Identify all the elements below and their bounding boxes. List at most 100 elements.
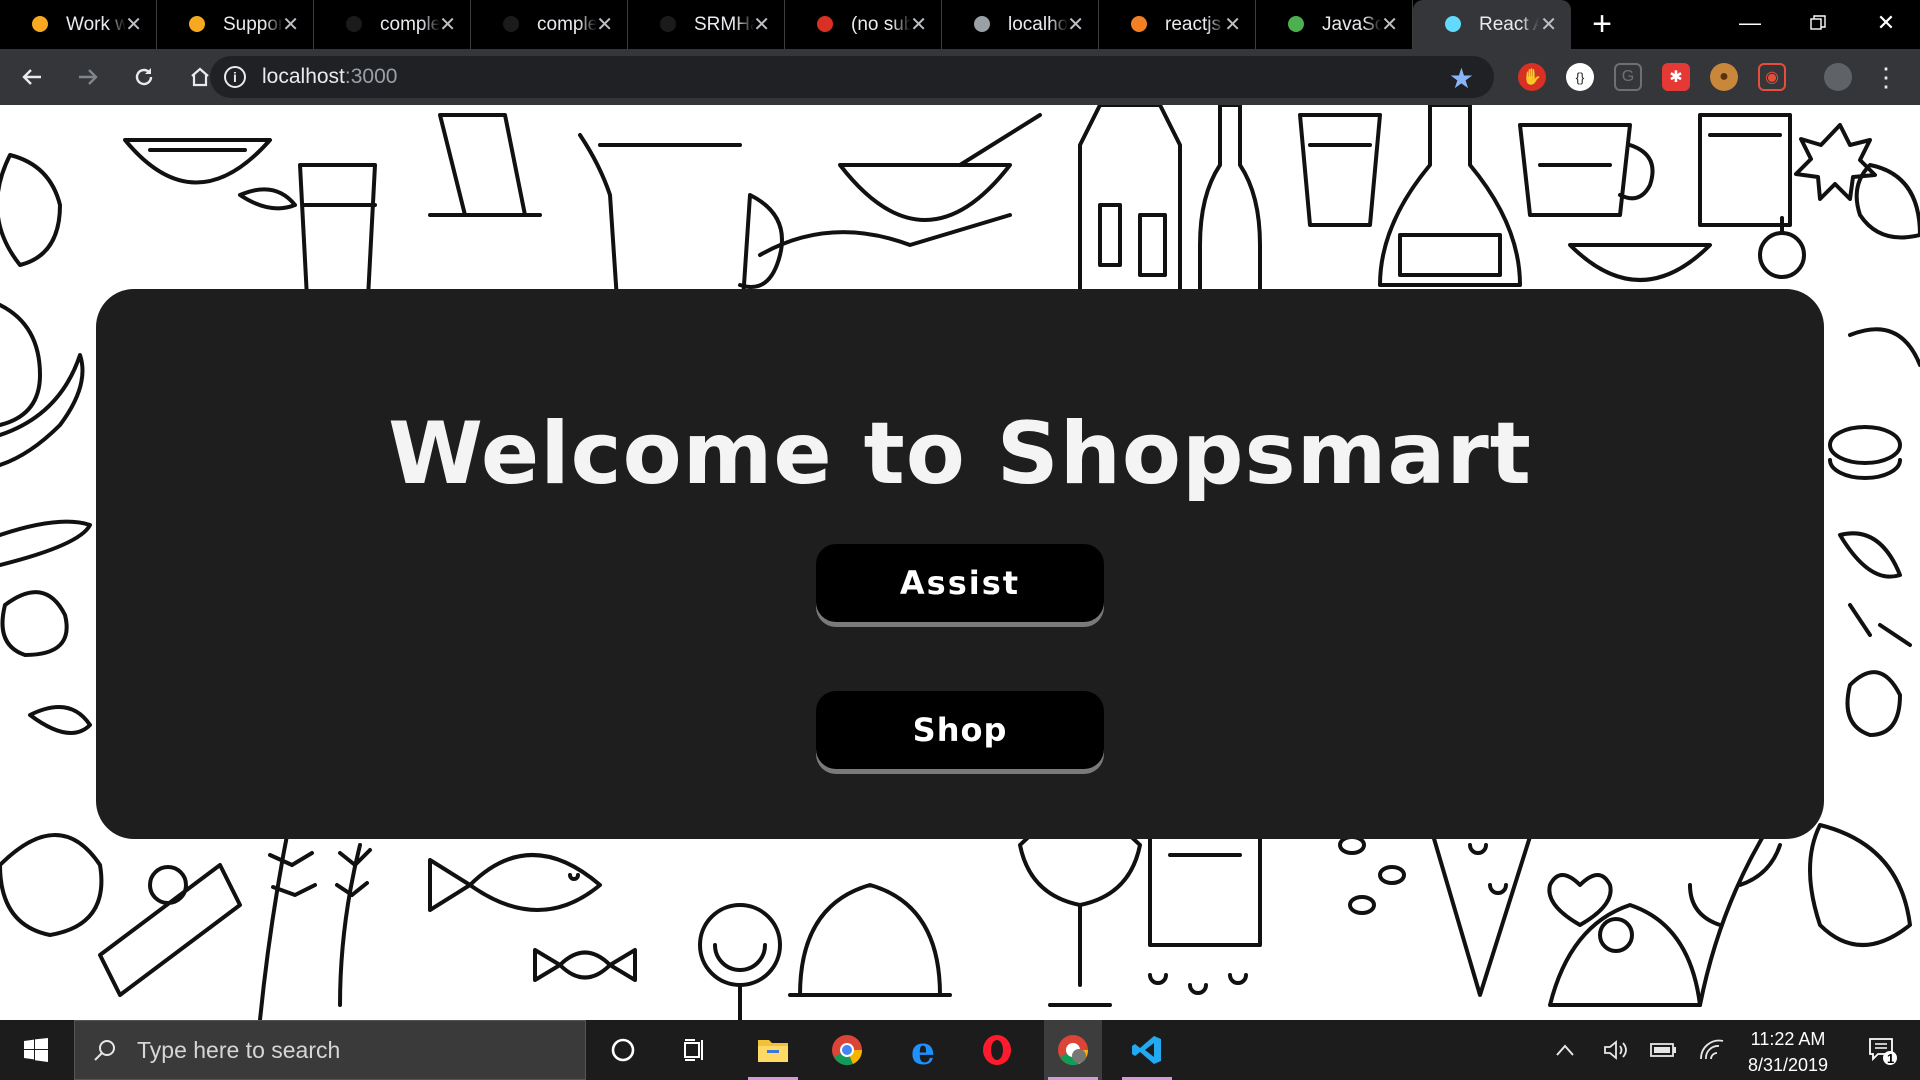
tab-title: SRMHa (694, 13, 754, 35)
browser-tab[interactable]: (no sub ✕ (785, 0, 942, 49)
tab-title: (no sub (851, 13, 911, 35)
browser-tab[interactable]: React A ✕ (1413, 0, 1571, 49)
browser-tab[interactable]: comple ✕ (471, 0, 628, 49)
menu-kebab-icon[interactable]: ⋮ (1872, 62, 1900, 92)
herb-doodle (1688, 823, 1782, 1007)
cookie-extension-icon[interactable]: ● (1710, 63, 1738, 91)
bookmark-star-icon[interactable]: ★ (1449, 62, 1474, 95)
browser-tab[interactable]: Support ✕ (157, 0, 314, 49)
cup-doodle (1298, 113, 1382, 227)
globe-icon (972, 14, 992, 34)
close-tab-icon[interactable]: ✕ (1067, 12, 1084, 37)
jelly-dessert-doodle (788, 883, 952, 997)
wifi-button[interactable] (1694, 1020, 1730, 1080)
windows-logo-icon (24, 1038, 48, 1062)
battery-button[interactable] (1646, 1020, 1682, 1080)
tab-title: JavaScr (1322, 13, 1382, 35)
battery-icon (1650, 1043, 1676, 1057)
close-tab-icon[interactable]: ✕ (1381, 12, 1398, 37)
close-tab-icon[interactable]: ✕ (125, 12, 142, 37)
olives-doodle (1338, 835, 1406, 915)
task-view-button[interactable] (666, 1020, 724, 1080)
new-tab-button[interactable]: + (1577, 0, 1627, 49)
close-tab-icon[interactable]: ✕ (1224, 12, 1241, 37)
mug-doodle (1518, 123, 1655, 217)
garlic-doodle (0, 153, 62, 267)
close-tab-icon[interactable]: ✕ (910, 12, 927, 37)
taskbar-search-box[interactable]: Type here to search (74, 1020, 586, 1080)
close-window-button[interactable]: ✕ (1852, 0, 1920, 45)
json-viewer-extension-icon[interactable]: {} (1566, 63, 1594, 91)
grammar-extension-icon[interactable]: G (1614, 63, 1642, 91)
assist-button[interactable]: Assist (816, 544, 1104, 622)
cortana-button[interactable] (594, 1020, 652, 1080)
forward-button[interactable] (64, 53, 112, 101)
close-tab-icon[interactable]: ✕ (596, 12, 613, 37)
carrot-doodle (0, 519, 92, 567)
close-tab-icon[interactable]: ✕ (1540, 12, 1557, 37)
site-info-icon[interactable]: i (224, 66, 246, 88)
tab-list: Work w ✕ Support ✕ comple ✕ comple ✕ SRMHa ✕ (no s… (0, 0, 1571, 49)
file-explorer-taskbar-button[interactable] (744, 1020, 802, 1080)
vscode-taskbar-button[interactable] (1118, 1020, 1176, 1080)
task-view-icon (684, 1039, 703, 1061)
tab-title: reactjs (1165, 13, 1221, 35)
opera-taskbar-button[interactable] (968, 1020, 1026, 1080)
volume-button[interactable] (1598, 1020, 1634, 1080)
chrome-taskbar-button[interactable] (818, 1020, 876, 1080)
firebase-icon (187, 14, 207, 34)
close-tab-icon[interactable]: ✕ (282, 12, 299, 37)
welcome-heading: Welcome to Shopsmart (388, 404, 1532, 504)
potato-doodle (0, 590, 69, 657)
browser-tab[interactable]: reactjs ✕ (1099, 0, 1256, 49)
profile-avatar[interactable] (1824, 63, 1852, 91)
sauce-bottle-doodle (1378, 105, 1522, 287)
pepper-doodle (1838, 531, 1902, 579)
home-icon (191, 67, 209, 87)
cabbage-bottom-doodle (0, 833, 104, 937)
browser-tab[interactable]: Work w ✕ (0, 0, 157, 49)
dots-doodle (1148, 973, 1248, 995)
web-page: Welcome to Shopsmart Assist Shop (0, 105, 1920, 1020)
tab-title: Support (223, 13, 283, 35)
shop-button[interactable]: Shop (816, 691, 1104, 769)
browser-tab[interactable]: SRMHa ✕ (628, 0, 785, 49)
github-icon (501, 14, 521, 34)
folder-icon (758, 1040, 788, 1062)
wifi-icon (1700, 1039, 1724, 1060)
back-button[interactable] (8, 53, 56, 101)
cortana-icon (611, 1038, 635, 1062)
address-bar[interactable]: i localhost:3000 ★ (210, 56, 1494, 98)
chevron-up-icon (1556, 1044, 1574, 1056)
address-url[interactable]: localhost:3000 (262, 65, 397, 89)
minimize-button[interactable]: — (1716, 0, 1784, 45)
stackoverflow-icon (1129, 14, 1149, 34)
edge-taskbar-button[interactable]: e (894, 1020, 952, 1080)
clock-time: 11:22 AM (1750, 1029, 1826, 1049)
browser-tab[interactable]: JavaScr✕ (1256, 0, 1413, 49)
clock-date: 8/31/2019 (1747, 1055, 1829, 1075)
screenshot-extension-icon[interactable]: ◉ (1758, 63, 1786, 91)
search-icon (94, 1040, 115, 1061)
restore-button[interactable] (1784, 0, 1852, 45)
chrome-profile-taskbar-button[interactable] (1044, 1020, 1102, 1080)
ice-cream-doodle (1018, 813, 1142, 1007)
react-icon (1443, 14, 1463, 34)
browser-tab[interactable]: localhos✕ (942, 0, 1099, 49)
shell-doodle (1808, 823, 1912, 947)
start-button[interactable] (0, 1020, 72, 1080)
tab-strip: Work w ✕ Support ✕ comple ✕ comple ✕ SRMHa ✕ (no s… (0, 0, 1920, 49)
browser-tab[interactable]: comple ✕ (314, 0, 471, 49)
search-placeholder: Type here to search (137, 1036, 341, 1063)
reload-button[interactable] (120, 53, 168, 101)
close-tab-icon[interactable]: ✕ (439, 12, 456, 37)
tab-title: React A (1479, 13, 1539, 35)
action-center-button[interactable]: 1 (1852, 1020, 1912, 1080)
reload-icon (135, 68, 153, 86)
close-tab-icon[interactable]: ✕ (753, 12, 770, 37)
puzzle-extension-icon[interactable]: ✱ (1662, 63, 1690, 91)
show-hidden-icons-button[interactable] (1550, 1020, 1580, 1080)
adblock-extension-icon[interactable]: ✋ (1518, 63, 1546, 91)
system-clock[interactable]: 11:22 AM 8/31/2019 (1728, 1026, 1848, 1078)
jar-bottom-doodle (1148, 823, 1262, 947)
